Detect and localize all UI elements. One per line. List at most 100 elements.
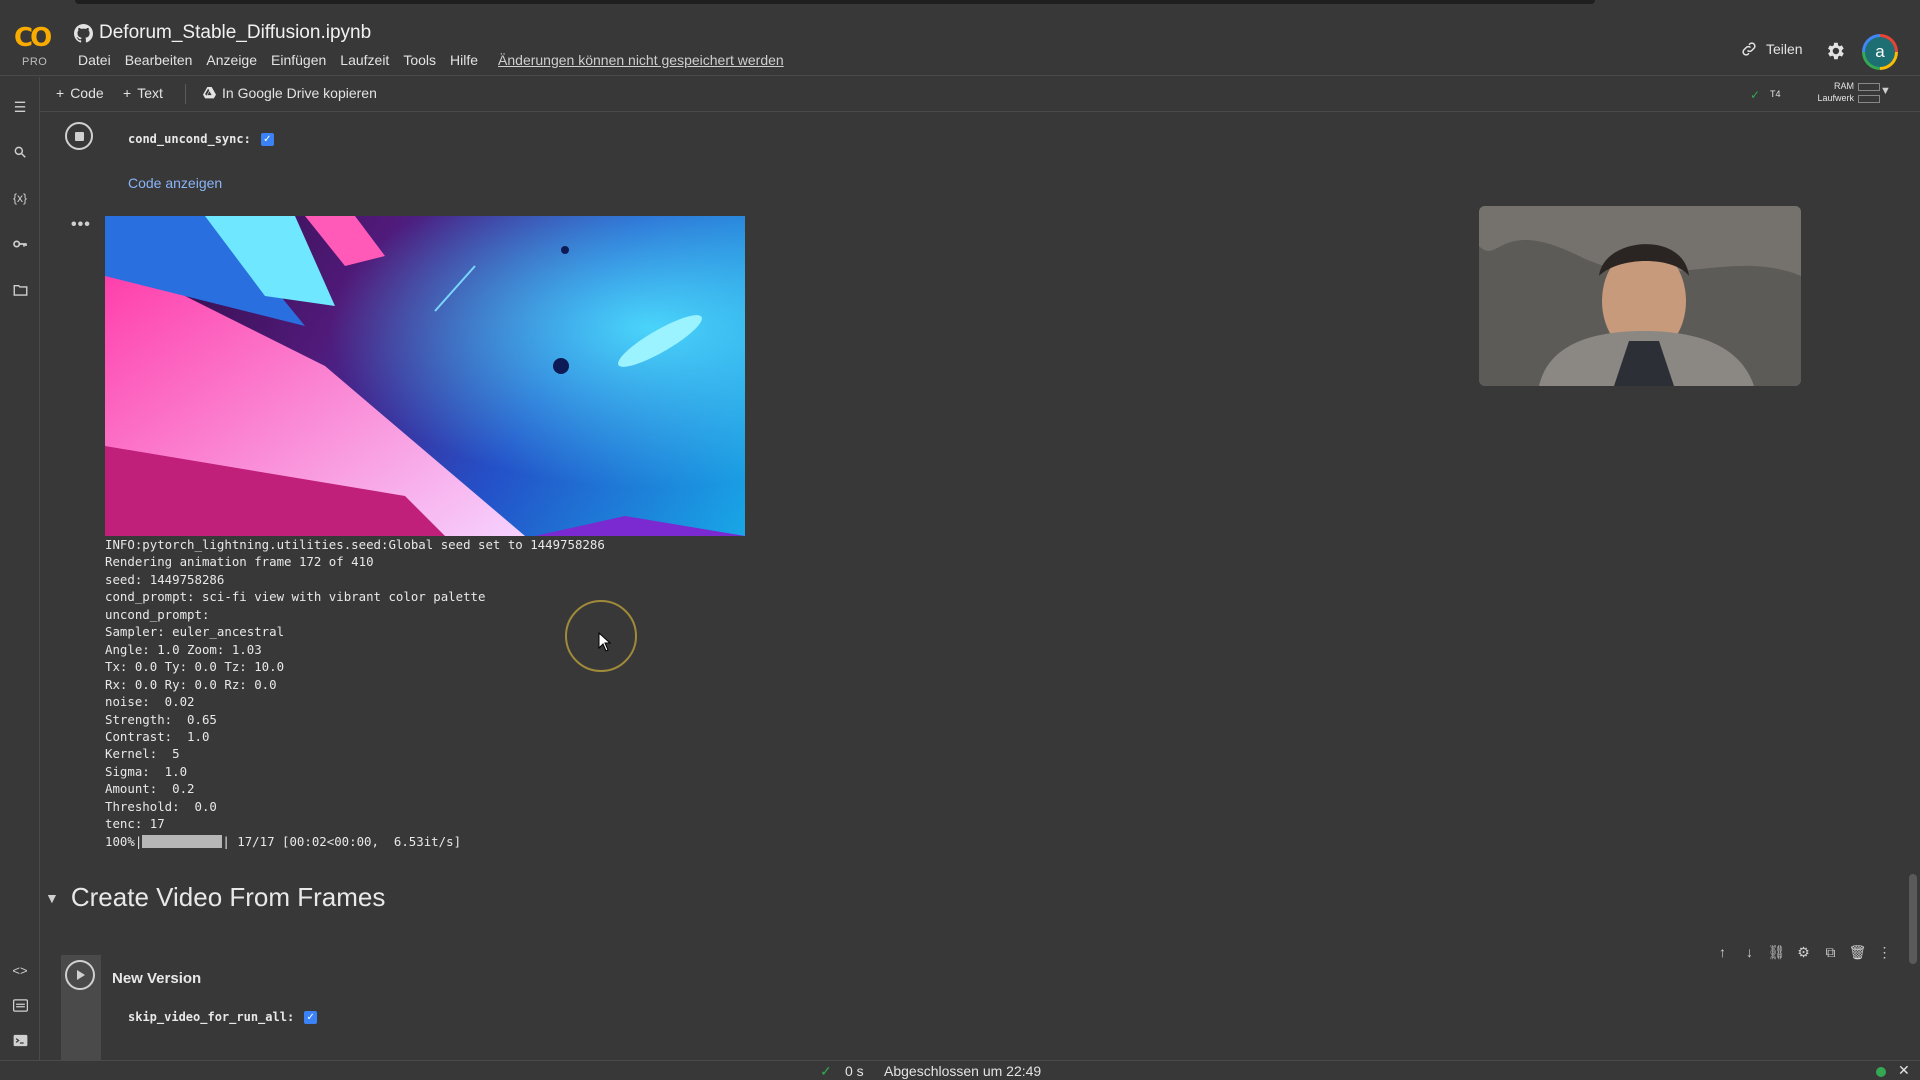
log-line: Tx: 0.0 Ty: 0.0 Tz: 10.0 [105, 659, 285, 675]
completion-time[interactable]: Abgeschlossen um 22:49 [884, 1063, 1041, 1079]
add-code-label: Code [70, 85, 104, 101]
key-icon[interactable] [10, 234, 30, 254]
progress-stats: | 17/17 [00:02<00:00, 6.53it/s] [222, 833, 462, 849]
param-label: skip_video_for_run_all: [128, 1010, 295, 1024]
notebook-title-text: Deforum_Stable_Diffusion.ipynb [99, 22, 372, 43]
menu-tools[interactable]: Tools [396, 52, 443, 68]
cell-run-button[interactable] [65, 122, 93, 150]
param-skip-video: skip_video_for_run_all: ✓ [128, 1010, 318, 1024]
status-bar: ✓ 0 s Abgeschlossen um 22:49 ✕ [0, 1060, 1920, 1080]
disk-label: Laufwerk [1817, 93, 1854, 103]
menu-hilfe[interactable]: Hilfe [443, 52, 485, 68]
disk-meter [1858, 95, 1880, 103]
code-snippets-icon[interactable]: <> [10, 960, 30, 980]
logo-text: CO [14, 23, 52, 53]
collapse-caret-icon[interactable]: ▼ [45, 890, 59, 906]
webcam-overlay [1479, 206, 1801, 386]
add-text-label: Text [137, 85, 163, 101]
progress-bar-fill [142, 834, 223, 848]
menu-einfuegen[interactable]: Einfügen [264, 52, 333, 68]
more-icon[interactable]: ⋮ [1875, 944, 1894, 961]
skip-video-checkbox[interactable]: ✓ [304, 1010, 318, 1024]
log-line: Rx: 0.0 Ry: 0.0 Rz: 0.0 [105, 676, 277, 692]
copy-to-drive-button[interactable]: In Google Drive kopieren [203, 85, 377, 101]
play-icon [77, 970, 85, 980]
notebook-title[interactable]: Deforum_Stable_Diffusion.ipynb [74, 22, 371, 44]
scrollbar[interactable] [1909, 874, 1917, 964]
log-line: Sigma: 1.0 [105, 763, 188, 779]
cell-toolbar: ↑ ↓ ⛓ ⚙ ⧉ 🗑 ⋮ [1713, 944, 1894, 961]
add-code-button[interactable]: + Code [56, 85, 104, 101]
ram-meter [1858, 83, 1880, 91]
delete-icon[interactable]: 🗑 [1848, 944, 1867, 961]
rendered-frame-image [105, 216, 745, 536]
log-line: Sampler: euler_ancestral [105, 624, 285, 640]
copy-to-drive-label: In Google Drive kopieren [222, 85, 377, 101]
cell-title: New Version [112, 970, 202, 987]
mirror-cell-icon[interactable]: ⧉ [1821, 944, 1840, 961]
log-line: Threshold: 0.0 [105, 798, 217, 814]
show-code-link[interactable]: Code anzeigen [128, 175, 222, 191]
command-palette-icon[interactable] [10, 995, 30, 1015]
cond-uncond-sync-checkbox[interactable]: ✓ [260, 132, 274, 146]
avatar[interactable]: a [1862, 34, 1898, 70]
chevron-down-icon[interactable]: ▼ [1880, 85, 1891, 97]
link-icon[interactable]: ⛓ [1767, 944, 1786, 961]
share-button[interactable]: Teilen [1740, 40, 1803, 58]
header: CO PRO Deforum_Stable_Diffusion.ipynb Da… [0, 8, 1920, 76]
log-line: INFO:pytorch_lightning.utilities.seed:Gl… [105, 537, 605, 552]
log-line: cond_prompt: sci-fi view with vibrant co… [105, 589, 486, 605]
move-down-icon[interactable]: ↓ [1740, 944, 1759, 961]
log-line: Strength: 0.65 [105, 711, 217, 727]
log-line: seed: 1449758286 [105, 571, 225, 587]
move-up-icon[interactable]: ↑ [1713, 944, 1732, 961]
log-line: Rendering animation frame 172 of 410 [105, 554, 374, 570]
ram-label: RAM [1834, 81, 1854, 91]
search-icon[interactable] [10, 142, 30, 162]
menu-bar: Datei Bearbeiten Anzeige Einfügen Laufze… [71, 52, 791, 68]
gear-icon[interactable] [1824, 40, 1846, 62]
section-header[interactable]: ▼ Create Video From Frames [41, 882, 385, 913]
section-title: Create Video From Frames [70, 882, 386, 912]
log-line: Kernel: 5 [105, 746, 180, 762]
log-line: uncond_prompt: [105, 606, 210, 622]
log-line: Angle: 1.0 Zoom: 1.03 [105, 641, 262, 657]
github-icon [74, 23, 93, 43]
progress-line: 100%| | 17/17 [00:02<00:00, 6.53it/s] [105, 833, 462, 849]
left-sidebar: ☰ {x} <> [0, 77, 40, 1060]
menu-anzeige[interactable]: Anzeige [199, 52, 264, 68]
share-label: Teilen [1766, 41, 1803, 57]
progress-percent: 100% [105, 833, 135, 849]
add-text-button[interactable]: + Text [123, 85, 163, 101]
variables-icon[interactable]: {x} [10, 188, 30, 208]
param-cond-uncond-sync: cond_uncond_sync: ✓ [128, 132, 274, 146]
plan-badge: PRO [22, 56, 48, 68]
unsaved-warning-link[interactable]: Änderungen können nicht gespeichert werd… [491, 52, 791, 68]
stop-icon [74, 131, 84, 141]
terminal-icon[interactable] [10, 1030, 30, 1050]
plus-icon: + [56, 85, 65, 101]
log-line: Amount: 0.2 [105, 781, 195, 797]
gear-icon[interactable]: ⚙ [1794, 944, 1813, 961]
menu-datei[interactable]: Datei [71, 52, 118, 68]
cell-output-log: INFO:pytorch_lightning.utilities.seed:Gl… [105, 536, 605, 850]
connection-status-dot [1876, 1067, 1886, 1077]
toc-icon[interactable]: ☰ [10, 97, 30, 117]
log-line: Contrast: 1.0 [105, 728, 210, 744]
folder-icon[interactable] [10, 280, 30, 300]
output-menu-icon[interactable]: ••• [71, 216, 91, 234]
plus-icon: + [123, 85, 132, 101]
log-line: noise: 0.02 [105, 694, 195, 710]
close-icon[interactable]: ✕ [1898, 1062, 1910, 1079]
success-check-icon: ✓ [820, 1063, 832, 1079]
drive-icon [203, 87, 216, 99]
toolbar: + Code + Text In Google Drive kopieren ✓ T… [40, 77, 1920, 112]
menu-laufzeit[interactable]: Laufzeit [333, 52, 396, 68]
toolbar-divider [185, 84, 186, 104]
cell-play-button[interactable] [65, 960, 95, 990]
avatar-letter: a [1865, 37, 1895, 67]
mouse-cursor-icon [598, 632, 612, 652]
menu-bearbeiten[interactable]: Bearbeiten [118, 52, 200, 68]
colab-logo[interactable]: CO PRO [14, 24, 56, 68]
param-label: cond_uncond_sync: [128, 132, 251, 146]
